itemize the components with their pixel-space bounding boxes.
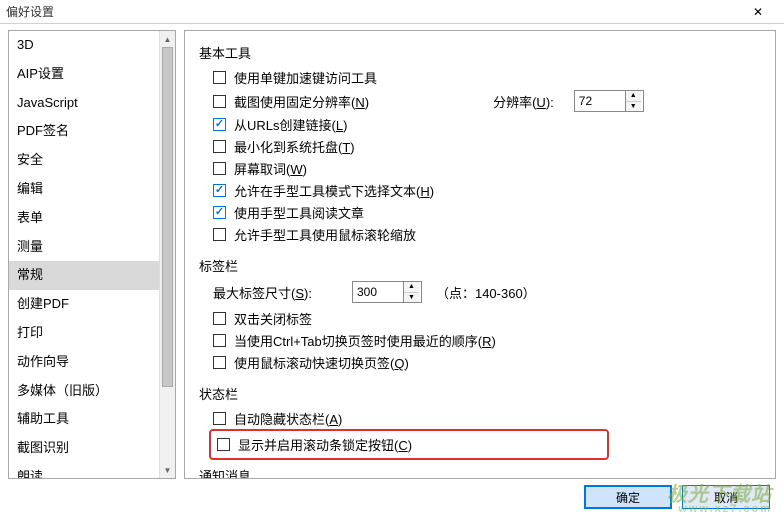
max-tab-size-spinner[interactable]: ▲▼ (352, 281, 422, 303)
tabbar-opt-0: 双击关闭标签 (213, 309, 761, 328)
basic-opt-4: 屏幕取词(W) (213, 159, 761, 178)
titlebar: 偏好设置 ✕ (0, 0, 784, 24)
basic-opt-0: 使用单键加速键访问工具 (213, 68, 761, 87)
statusbar-opt-0: 自动隐藏状态栏(A) (213, 409, 761, 428)
tabbar-opt-0-checkbox[interactable] (213, 312, 226, 325)
basic-opt-3-checkbox[interactable] (213, 140, 226, 153)
section-basic-title: 基本工具 (199, 43, 761, 62)
basic-opt-2-label: 从URLs创建链接(L) (234, 115, 347, 134)
sidebar-item-12[interactable]: 多媒体（旧版） (9, 377, 175, 406)
basic-opt-3: 最小化到系统托盘(T) (213, 137, 761, 156)
sidebar-item-0[interactable]: 3D (9, 31, 175, 60)
highlighted-option: 显示并启用滚动条锁定按钮(C) (209, 429, 609, 460)
scroll-up-icon[interactable]: ▲ (160, 31, 175, 47)
spin-up-icon[interactable]: ▲ (404, 282, 419, 293)
basic-opt-7-checkbox[interactable] (213, 228, 226, 241)
scroll-down-icon[interactable]: ▼ (160, 462, 175, 478)
sidebar-scrollbar[interactable]: ▲ ▼ (159, 31, 175, 478)
basic-opt-0-label: 使用单键加速键访问工具 (234, 68, 377, 87)
sidebar-item-7[interactable]: 测量 (9, 233, 175, 262)
section-notify-title: 通知消息 (199, 466, 761, 479)
basic-opt-5: 允许在手型工具模式下选择文本(H) (213, 181, 761, 200)
sidebar-item-15[interactable]: 朗读 (9, 463, 175, 479)
sidebar-item-8[interactable]: 常规 (9, 261, 175, 290)
basic-opt-5-checkbox[interactable] (213, 184, 226, 197)
sidebar-item-14[interactable]: 截图识别 (9, 434, 175, 463)
basic-opt-5-label: 允许在手型工具模式下选择文本(H) (234, 181, 434, 200)
sidebar-item-4[interactable]: 安全 (9, 146, 175, 175)
spin-down-icon[interactable]: ▼ (404, 293, 419, 303)
basic-opt-2: 从URLs创建链接(L) (213, 115, 761, 134)
sidebar-item-1[interactable]: AIP设置 (9, 60, 175, 89)
section-tabbar-title: 标签栏 (199, 256, 761, 275)
section-statusbar-title: 状态栏 (199, 384, 761, 403)
window-title: 偏好设置 (6, 3, 738, 20)
statusbar-opt-1-label: 显示并启用滚动条锁定按钮(C) (238, 435, 412, 454)
sidebar-item-6[interactable]: 表单 (9, 204, 175, 233)
statusbar-opt-1-checkbox[interactable] (217, 438, 230, 451)
settings-panel: 基本工具 使用单键加速键访问工具截图使用固定分辨率(N)分辨率(U):▲▼ 从UR… (184, 30, 776, 479)
category-sidebar: 3DAIP设置JavaScriptPDF签名安全编辑表单测量常规创建PDF打印动… (8, 30, 176, 479)
tabbar-opt-1: 当使用Ctrl+Tab切换页签时使用最近的顺序(R) (213, 331, 761, 350)
max-tab-size-row: 最大标签尺寸(S): ▲▼ （点：140-360） (213, 281, 761, 303)
cancel-button[interactable]: 取消 (682, 485, 770, 509)
max-tab-size-hint: （点：140-360） (436, 283, 536, 302)
close-button[interactable]: ✕ (738, 1, 778, 23)
basic-opt-0-checkbox[interactable] (213, 71, 226, 84)
basic-opt-4-label: 屏幕取词(W) (234, 159, 307, 178)
basic-opt-1-label: 截图使用固定分辨率(N) (234, 92, 369, 111)
basic-opt-2-checkbox[interactable] (213, 118, 226, 131)
tabbar-opt-2: 使用鼠标滚动快速切换页签(Q) (213, 353, 761, 372)
sidebar-item-11[interactable]: 动作向导 (9, 348, 175, 377)
basic-opt-3-label: 最小化到系统托盘(T) (234, 137, 355, 156)
basic-opt-6: 使用手型工具阅读文章 (213, 203, 761, 222)
tabbar-opt-1-label: 当使用Ctrl+Tab切换页签时使用最近的顺序(R) (234, 331, 496, 350)
basic-opt-1: 截图使用固定分辨率(N)分辨率(U):▲▼ (213, 90, 761, 112)
spin-up-icon[interactable]: ▲ (626, 91, 641, 102)
statusbar-opt-0-checkbox[interactable] (213, 412, 226, 425)
sidebar-item-3[interactable]: PDF签名 (9, 117, 175, 146)
dialog-footer: 确定 取消 (584, 485, 770, 509)
basic-opt-4-checkbox[interactable] (213, 162, 226, 175)
basic-opt-6-label: 使用手型工具阅读文章 (234, 203, 364, 222)
statusbar-opt-1: 显示并启用滚动条锁定按钮(C) (217, 435, 605, 454)
tabbar-opt-1-checkbox[interactable] (213, 334, 226, 347)
resolution-input[interactable] (575, 91, 625, 111)
resolution-spinner[interactable]: ▲▼ (574, 90, 644, 112)
tabbar-opt-2-checkbox[interactable] (213, 356, 226, 369)
spin-down-icon[interactable]: ▼ (626, 102, 641, 112)
statusbar-opt-0-label: 自动隐藏状态栏(A) (234, 409, 342, 428)
content-area: 3DAIP设置JavaScriptPDF签名安全编辑表单测量常规创建PDF打印动… (0, 24, 784, 479)
basic-opt-6-checkbox[interactable] (213, 206, 226, 219)
max-tab-size-input[interactable] (353, 282, 403, 302)
sidebar-item-5[interactable]: 编辑 (9, 175, 175, 204)
basic-opt-1-checkbox[interactable] (213, 95, 226, 108)
tabbar-opt-0-label: 双击关闭标签 (234, 309, 312, 328)
basic-opt-7-label: 允许手型工具使用鼠标滚轮缩放 (234, 225, 416, 244)
sidebar-item-13[interactable]: 辅助工具 (9, 405, 175, 434)
sidebar-item-9[interactable]: 创建PDF (9, 290, 175, 319)
basic-opt-7: 允许手型工具使用鼠标滚轮缩放 (213, 225, 761, 244)
ok-button[interactable]: 确定 (584, 485, 672, 509)
sidebar-item-2[interactable]: JavaScript (9, 89, 175, 118)
scrollbar-thumb[interactable] (162, 47, 173, 387)
sidebar-item-10[interactable]: 打印 (9, 319, 175, 348)
tabbar-opt-2-label: 使用鼠标滚动快速切换页签(Q) (234, 353, 409, 372)
